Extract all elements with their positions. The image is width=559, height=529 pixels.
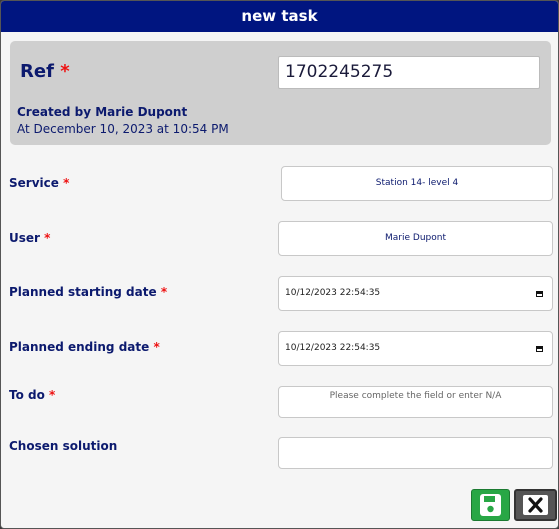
- calendar-icon[interactable]: [536, 290, 543, 297]
- planned-start-input[interactable]: 10/12/2023 22:54:35: [278, 276, 553, 311]
- required-marker: *: [153, 340, 160, 354]
- ref-label: Ref *: [20, 61, 70, 82]
- planned-start-value: 10/12/2023 22:54:35: [285, 288, 381, 298]
- planned-end-value: 10/12/2023 22:54:35: [285, 343, 381, 353]
- planned-end-label-text: Planned ending date: [9, 340, 150, 354]
- required-marker: *: [160, 285, 168, 299]
- service-label-text: Service: [9, 176, 59, 190]
- user-label-text: User: [9, 231, 40, 245]
- ref-label-text: Ref: [20, 61, 54, 82]
- new-task-dialog: new task Ref * 1702245275 Created by Mar…: [0, 0, 559, 529]
- user-label: User *: [9, 231, 50, 245]
- close-icon: [528, 497, 543, 513]
- save-icon: [480, 494, 501, 516]
- chosen-solution-label: Chosen solution: [9, 439, 118, 453]
- todo-textarea[interactable]: Please complete the field or enter N/A: [278, 386, 553, 418]
- required-marker: *: [44, 231, 51, 245]
- close-button[interactable]: [514, 489, 557, 521]
- created-at-text: At December 10, 2023 at 10:54 PM: [17, 122, 229, 136]
- todo-label: To do *: [9, 388, 55, 402]
- todo-label-text: To do: [9, 388, 45, 402]
- created-by-text: Created by Marie Dupont: [17, 105, 188, 119]
- planned-start-label-text: Planned starting date: [9, 285, 157, 299]
- planned-end-input[interactable]: 10/12/2023 22:54:35: [278, 331, 553, 366]
- required-marker: *: [49, 388, 56, 402]
- dialog-title: new task: [1, 1, 558, 32]
- user-select[interactable]: Marie Dupont: [278, 221, 553, 256]
- save-button[interactable]: [471, 489, 510, 521]
- calendar-icon[interactable]: [536, 345, 543, 352]
- required-marker: *: [63, 176, 70, 190]
- chosen-solution-textarea[interactable]: [278, 437, 553, 469]
- service-label: Service *: [9, 176, 69, 190]
- planned-end-label: Planned ending date *: [9, 340, 160, 354]
- planned-start-label: Planned starting date *: [9, 285, 167, 299]
- required-marker: *: [60, 61, 70, 82]
- task-header: Ref * 1702245275 Created by Marie Dupont…: [10, 41, 551, 145]
- ref-input[interactable]: 1702245275: [278, 56, 540, 89]
- service-select[interactable]: Station 14- level 4: [281, 166, 553, 201]
- todo-placeholder: Please complete the field or enter N/A: [329, 391, 502, 401]
